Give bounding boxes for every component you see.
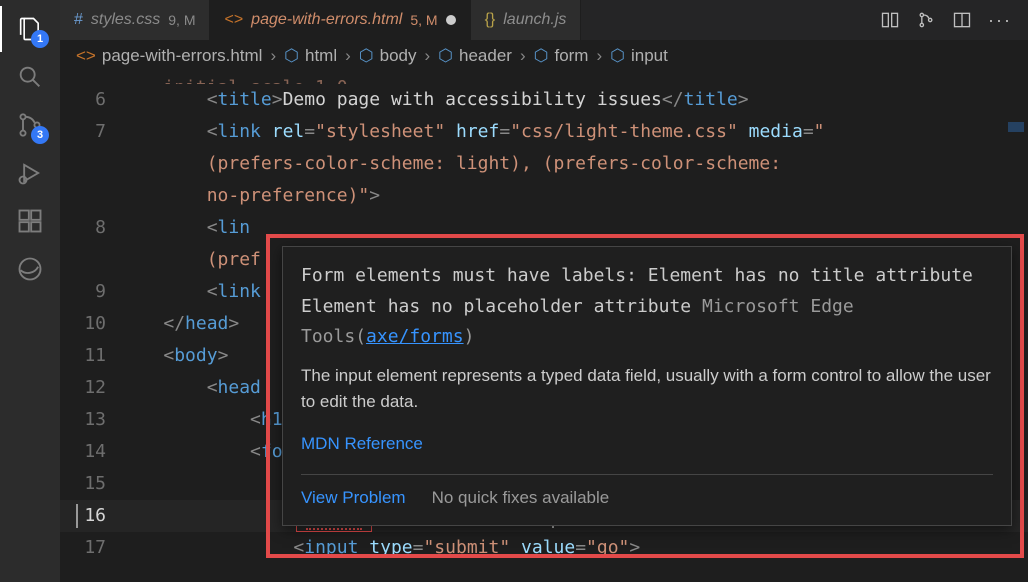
compare-changes-icon[interactable] (880, 10, 900, 30)
chevron-right-icon: › (596, 46, 602, 66)
hover-tooltip: Form elements must have labels: Element … (282, 246, 1012, 526)
editor-tabs: # styles.css 9, M <> page-with-errors.ht… (60, 0, 1028, 40)
mdn-reference-link[interactable]: MDN Reference (301, 431, 423, 457)
hash-icon: # (74, 11, 83, 29)
code-icon: <> (224, 11, 243, 29)
explorer-icon[interactable]: 1 (15, 14, 45, 44)
tab-styles-css[interactable]: # styles.css 9, M (60, 0, 210, 40)
edge-tools-icon[interactable] (15, 254, 45, 284)
modified-dot-icon (446, 15, 456, 25)
more-actions-icon[interactable]: ··· (988, 10, 1012, 31)
code-line[interactable]: 7 <link rel="stylesheet" href="css/light… (60, 116, 1028, 148)
breadcrumb-file[interactable]: <>page-with-errors.html (76, 46, 262, 66)
code-line[interactable]: (prefers-color-scheme: light), (prefers-… (60, 148, 1028, 180)
hover-description: The input element represents a typed dat… (301, 363, 993, 416)
code-line[interactable]: 8 <lin (60, 212, 1028, 244)
open-changes-icon[interactable] (916, 10, 936, 30)
breadcrumb-input[interactable]: ⬡input (610, 46, 668, 66)
cube-icon: ⬡ (610, 46, 625, 66)
cube-icon: ⬡ (534, 46, 549, 66)
chevron-right-icon: › (520, 46, 526, 66)
source-control-icon[interactable]: 3 (15, 110, 45, 140)
chevron-right-icon: › (345, 46, 351, 66)
view-problem-link[interactable]: View Problem (301, 485, 406, 511)
rule-link[interactable]: axe/forms (366, 326, 464, 347)
breadcrumb-form[interactable]: ⬡form (534, 46, 589, 66)
cube-icon: ⬡ (438, 46, 453, 66)
cube-icon: ⬡ (284, 46, 299, 66)
activity-bar: 1 3 (0, 0, 60, 582)
split-editor-icon[interactable] (952, 10, 972, 30)
run-debug-icon[interactable] (15, 158, 45, 188)
no-quick-fix-label: No quick fixes available (432, 485, 610, 511)
chevron-right-icon: › (270, 46, 276, 66)
extensions-icon[interactable] (15, 206, 45, 236)
cube-icon: ⬡ (359, 46, 374, 66)
tab-actions: ··· (864, 0, 1028, 40)
code-line[interactable]: no-preference)"> (60, 180, 1028, 212)
braces-icon: {} (485, 11, 496, 29)
tab-page-with-errors[interactable]: <> page-with-errors.html 5, M (210, 0, 470, 40)
search-icon[interactable] (15, 62, 45, 92)
hover-error-message: Form elements must have labels: Element … (301, 261, 993, 353)
tab-launch-js[interactable]: {} launch.js (471, 0, 582, 40)
code-icon: <> (76, 46, 96, 66)
chevron-right-icon: › (425, 46, 431, 66)
explorer-badge: 1 (31, 30, 49, 48)
breadcrumbs: <>page-with-errors.html › ⬡html › ⬡body … (60, 40, 1028, 72)
breadcrumb-header[interactable]: ⬡header (438, 46, 512, 66)
scm-badge: 3 (31, 126, 49, 144)
code-line[interactable]: 17 <input type="submit" value="go"> (60, 532, 1028, 564)
code-line[interactable]: 6 <title>Demo page with accessibility is… (60, 84, 1028, 116)
breadcrumb-body[interactable]: ⬡body (359, 46, 417, 66)
breadcrumb-html[interactable]: ⬡html (284, 46, 337, 66)
